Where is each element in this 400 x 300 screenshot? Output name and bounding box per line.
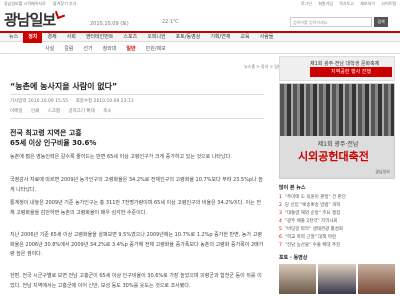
list-item[interactable]: 3 "대통령 해외 순방" 주요 쟁점 — [279, 210, 395, 218]
font-enlarge-button[interactable]: 글자크기 확대 — [68, 109, 94, 114]
email-button[interactable]: 이메일 — [10, 109, 22, 114]
header: 광남일보 2010.10.09 (토) 22.1℃ 검색어를 입력하세요 검색 — [0, 8, 400, 31]
published-time: 기사입력 2010.10.09 15:55 — [10, 99, 69, 104]
article-paragraph: 농촌에 젊은 영농인력은 갈수록 줄어드는 반면 65세 이상 고령인구가 크게… — [10, 154, 232, 160]
subnav-item-bluehouse[interactable]: 청와대 — [98, 45, 122, 52]
divider — [10, 94, 264, 95]
bookmark-link[interactable]: 즐겨찾기 추가 — [53, 1, 76, 6]
login-link[interactable]: 로그인 — [301, 1, 312, 6]
nav-item-sports[interactable]: 스포츠 — [118, 32, 142, 43]
scrap-button[interactable]: 스크랩 — [48, 109, 60, 114]
subhead-line-1: 전국 최고령 지역은 고흥 — [10, 129, 82, 137]
nav-item-opinion[interactable]: 오피니언 — [142, 32, 170, 43]
ad-banner-title: 제1회 광주·전남 대학생 문화축제 — [310, 61, 380, 67]
photo-section-title: 포토 · 동영상 — [279, 255, 308, 261]
photo-thumbnail[interactable] — [318, 264, 356, 294]
list-item[interactable]: 5 "바닷길 따라" 생태관광 활성화 — [279, 226, 395, 234]
main-nav: 뉴스 정치 경제 사회 엔터테인먼트 스포츠 오피니언 포토/동영상 기획/연재… — [0, 31, 400, 43]
popular-news-list: 1 "추미애 도 의원이 판정" 건 판단 2당 신임 "뽀송뽀송 방법" 개혁 … — [279, 194, 395, 250]
photo-thumbnail[interactable] — [279, 264, 317, 294]
photo-thumbnail[interactable] — [357, 264, 395, 294]
nav-item-feature[interactable]: 기획/연재 — [205, 32, 235, 43]
reader-post-link[interactable]: 독자투고 — [339, 1, 354, 6]
nav-item-education[interactable]: 교육 — [235, 32, 254, 43]
signup-link[interactable]: 회원가입 — [318, 1, 333, 6]
list-item[interactable]: 6 "학교 폭력 근절" 대책 마련 — [279, 234, 395, 242]
divider — [10, 118, 264, 119]
site-logo[interactable]: 광남일보 — [4, 9, 56, 30]
article-paragraph: 한편, 전국 시군구별로 보면 전남 고흥군이 65세 이상 인구비율이 30.… — [10, 273, 262, 289]
popular-news-title: 많이 본 뉴스 — [279, 185, 306, 191]
festival-ad-title: 시외공헌대축전 — [298, 150, 369, 163]
list-item[interactable]: 4 "광주 매출 2천억" 지역사회 — [279, 218, 395, 226]
crowd-image — [280, 84, 394, 136]
article-meta: 기사입력 2010.10.09 15:55 최종수정 2010.10.09 23… — [10, 98, 140, 104]
festival-ad-sponsor: 광남일보 — [375, 169, 390, 174]
updated-time: 최종수정 2010.10.09 23:13 — [75, 99, 134, 104]
article-title: “농촌에 농사지을 사람이 없다” — [10, 82, 118, 91]
set-homepage-link[interactable]: 광남일보를 시작페이지로 — [4, 1, 46, 6]
nav-item-society[interactable]: 사회 — [62, 32, 81, 43]
nav-item-photo[interactable]: 포토/동영상 — [171, 32, 206, 43]
list-item[interactable]: 1 "추미애 도 의원이 판정" 건 판단 — [279, 194, 395, 202]
subnav-item-column[interactable]: 칼럼 — [59, 45, 78, 52]
search-button[interactable]: 검색 — [374, 17, 388, 27]
sub-nav: 사설 칼럼 선거 청와대 일반 민원/제보 — [0, 43, 400, 54]
list-item[interactable]: 7 "전남 농산물" 수출 확대 추진 — [279, 242, 395, 250]
logo-mark-icon — [54, 8, 66, 20]
article-paragraph: 지난 2006년 기준 65세 이상 고령화율을 살펴보면 9.5%였으나 20… — [10, 232, 264, 257]
search-input[interactable]: 검색어를 입력하세요 — [290, 17, 372, 27]
font-shrink-button[interactable]: 축소 — [103, 109, 111, 114]
nav-item-economy[interactable]: 경제 — [42, 32, 61, 43]
sitemap-link[interactable]: 사이트맵 — [381, 1, 396, 6]
festival-ad-subtitle: 제1회 광주·전남 — [317, 141, 359, 148]
nav-item-news[interactable]: 뉴스 — [4, 32, 23, 43]
article-tools: 이메일 인쇄 스크랩 글자크기 확대 축소 — [10, 108, 118, 114]
festival-ad[interactable]: 제1회 광주·전남 시외공헌대축전 광남일보 — [279, 83, 395, 179]
sidebar-ad-banner[interactable]: 제1회 광주·전남 대학생 문화축제 지역공헌 행사 진행 — [279, 56, 395, 81]
article-paragraph: 통계청이 내놓은 2009년 기준 농가인구는 총 311만 7천명가량이며 6… — [10, 200, 261, 216]
subnav-item-election[interactable]: 선거 — [78, 45, 97, 52]
ad-banner-label: 지역공헌 행사 진행 — [310, 67, 392, 77]
report-link[interactable]: 제보하기 — [360, 1, 375, 6]
print-button[interactable]: 인쇄 — [31, 109, 39, 114]
article-subhead: 전국 최고령 지역은 고흥 65세 이상 인구비율 30.6% — [10, 128, 96, 148]
nav-item-people[interactable]: 사람들 — [255, 32, 279, 43]
subnav-item-editorial[interactable]: 사설 — [40, 45, 59, 52]
list-item[interactable]: 2당 신임 "뽀송뽀송 방법" 개혁 — [279, 202, 395, 210]
subnav-item-civil[interactable]: 민원/제보 — [141, 45, 171, 52]
nav-item-politics[interactable]: 정치 — [23, 31, 43, 43]
subnav-item-general[interactable]: 일반 — [121, 45, 140, 52]
nav-item-entertainment[interactable]: 엔터테인먼트 — [81, 32, 119, 43]
subhead-line-2: 65세 이상 인구비율 30.6% — [10, 139, 97, 147]
article-paragraph: 국정감사 자료에 따르면 2009년 농가인구의 고령화율은 34.2%로 전체… — [10, 177, 263, 193]
date-display: 2010.10.09 (토) — [90, 21, 129, 27]
weather-display: 22.1℃ — [162, 19, 179, 25]
photo-strip — [279, 264, 395, 294]
utility-links: 로그인 회원가입 독자투고 제보하기 사이트맵 — [296, 1, 396, 7]
